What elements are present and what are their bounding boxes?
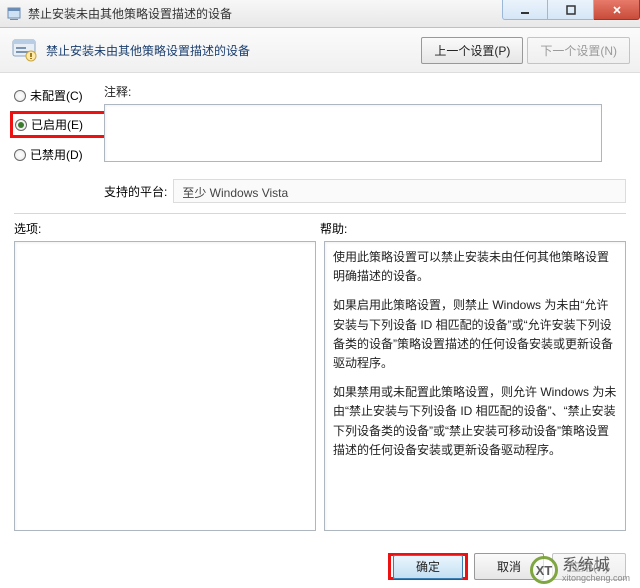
radio-label: 已启用(E): [31, 116, 83, 133]
radio-icon: [14, 90, 26, 102]
window-title: 禁止安装未由其他策略设置描述的设备: [28, 5, 232, 22]
apply-button: 应用(A): [552, 553, 626, 580]
radio-icon: [14, 149, 26, 161]
radio-enabled[interactable]: 已启用(E): [15, 116, 103, 133]
footer: 确定 取消 应用(A): [390, 553, 626, 580]
next-setting-button: 下一个设置(N): [527, 37, 630, 64]
help-pane: 使用此策略设置可以禁止安装未由任何其他策略设置明确描述的设备。 如果启用此策略设…: [324, 241, 626, 531]
comment-input[interactable]: [104, 104, 602, 162]
radio-disabled[interactable]: 已禁用(D): [14, 146, 104, 163]
header-title: 禁止安装未由其他策略设置描述的设备: [46, 42, 421, 59]
policy-icon: [10, 36, 38, 64]
options-label: 选项:: [14, 220, 320, 237]
previous-setting-button[interactable]: 上一个设置(P): [421, 37, 523, 64]
platforms-value: 至少 Windows Vista: [173, 179, 626, 203]
help-paragraph: 使用此策略设置可以禁止安装未由任何其他策略设置明确描述的设备。: [333, 248, 617, 286]
ok-button[interactable]: 确定: [393, 555, 463, 579]
help-label: 帮助:: [320, 220, 626, 237]
app-icon: [6, 6, 22, 22]
radio-label: 已禁用(D): [30, 146, 83, 163]
help-paragraph: 如果启用此策略设置，则禁止 Windows 为未由“允许安装与下列设备 ID 相…: [333, 296, 617, 373]
platforms-label: 支持的平台:: [104, 183, 167, 200]
radio-not-configured[interactable]: 未配置(C): [14, 87, 104, 104]
radio-label: 未配置(C): [30, 87, 83, 104]
radio-icon: [15, 119, 27, 131]
help-paragraph: 如果禁用或未配置此策略设置，则允许 Windows 为未由“禁止安装与下列设备 …: [333, 383, 617, 460]
minimize-button[interactable]: [502, 0, 548, 20]
header: 禁止安装未由其他策略设置描述的设备 上一个设置(P) 下一个设置(N): [0, 28, 640, 73]
window-controls: [502, 0, 640, 20]
options-pane[interactable]: [14, 241, 316, 531]
cancel-button[interactable]: 取消: [474, 553, 544, 580]
maximize-button[interactable]: [548, 0, 594, 20]
comment-label: 注释:: [104, 83, 626, 100]
close-button[interactable]: [594, 0, 640, 20]
